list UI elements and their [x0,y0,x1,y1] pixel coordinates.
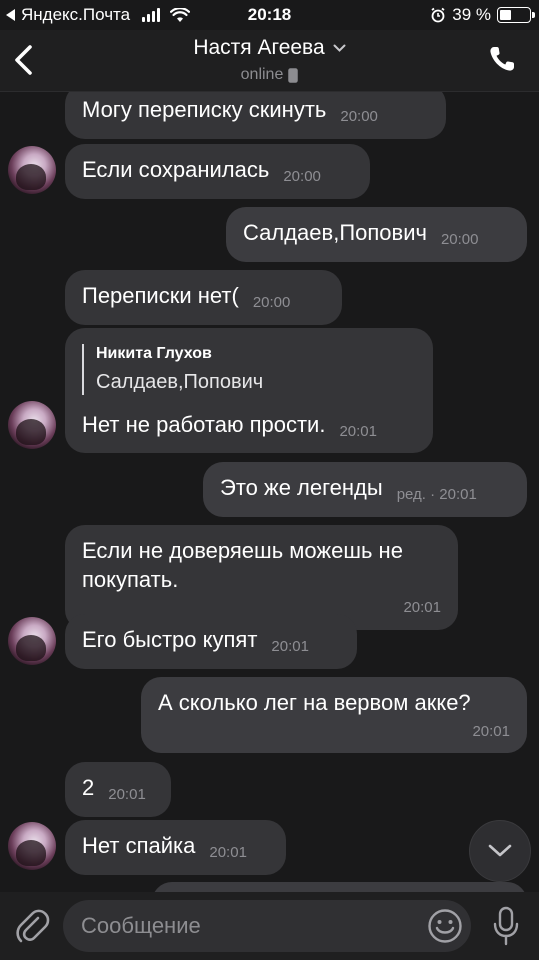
message-bubble[interactable]: Нет спайка 20:01 [65,820,286,875]
alarm-icon [431,7,445,23]
message-time: ред. · 20:01 [396,486,477,503]
message-input[interactable] [63,900,471,952]
quote-author: Никита Глухов [96,345,212,362]
message-time: 20:01 [271,638,309,655]
message-text: Нет не работаю прости. [82,411,326,437]
message-text: Переписки нет( [82,283,239,308]
message-time: 20:00 [252,294,291,311]
message-bubble-outgoing[interactable]: Салдаев,Попович 20:00 [226,207,527,262]
paperclip-icon[interactable] [14,906,50,946]
avatar[interactable] [8,617,56,665]
message-text: 2 [82,775,95,800]
message-bubble[interactable]: Если сохранилась 20:00 [65,144,370,199]
message-composer [0,892,539,960]
mobile-device-icon [288,67,299,83]
message-time: 20:00 [440,231,479,248]
contact-title[interactable]: Настя Агеева online [0,36,539,84]
contact-name: Настя Агеева [193,36,325,59]
avatar[interactable] [8,401,56,449]
online-status: online [240,66,284,83]
message-text: Это же легенды [220,475,383,500]
status-bar-right: 39 % [430,5,535,25]
message-time: 20:00 [283,168,321,185]
message-bubble[interactable]: Его быстро купят 20:01 [65,614,357,669]
phone-icon[interactable] [487,44,517,74]
contact-status: online [241,66,299,84]
smile-icon[interactable] [427,908,463,944]
chat-header: Настя Агеева online [0,30,539,92]
message-time: 20:00 [340,108,378,125]
quote-text: Салдаев,Попович [96,370,264,393]
message-text: Салдаев,Попович [243,220,427,245]
status-bar: Яндекс.Почта 20:18 39 % [0,0,539,30]
message-time: 20:01 [339,422,377,440]
message-list[interactable]: Могу переписку скинуть 20:00 Если сохрани… [0,92,539,892]
message-text: Могу переписку скинуть [82,97,327,122]
battery-percent: 39 % [452,5,491,24]
message-bubble-outgoing-partial[interactable] [152,882,527,892]
message-bubble[interactable]: 2 20:01 [65,762,171,817]
battery-level [500,10,511,20]
message-bubble-outgoing[interactable]: А сколько лег на вервом акке? 20:01 [141,677,527,754]
message-time: 20:01 [108,786,146,803]
message-bubble-outgoing[interactable]: Это же легенды ред. · 20:01 [203,462,527,517]
battery-icon [497,7,535,23]
scroll-to-bottom-button[interactable] [469,820,531,882]
message-time: 20:01 [209,844,247,861]
chevron-down-icon [333,44,346,52]
chevron-down-icon [488,844,512,857]
message-text: А сколько лег на вервом акке? [158,690,471,715]
avatar[interactable] [8,822,56,870]
microphone-icon[interactable] [490,905,522,947]
message-bubble[interactable]: Могу переписку скинуть 20:00 [65,92,446,139]
message-text: Если сохранилась [82,157,270,182]
message-time: 20:01 [472,722,510,740]
message-text: Если не доверяешь можешь не покупать. [82,538,403,592]
message-bubble[interactable]: Переписки нет( 20:00 [65,270,342,325]
contact-name-row[interactable]: Настя Агеева [193,36,346,60]
message-text: Его быстро купят [82,627,258,652]
avatar[interactable] [8,146,56,194]
message-text: Нет спайка [82,833,196,858]
message-bubble-reply[interactable]: Никита Глухов Салдаев,Попович Нет не раб… [65,328,433,454]
reply-quote[interactable]: Никита Глухов Салдаев,Попович [82,344,416,395]
